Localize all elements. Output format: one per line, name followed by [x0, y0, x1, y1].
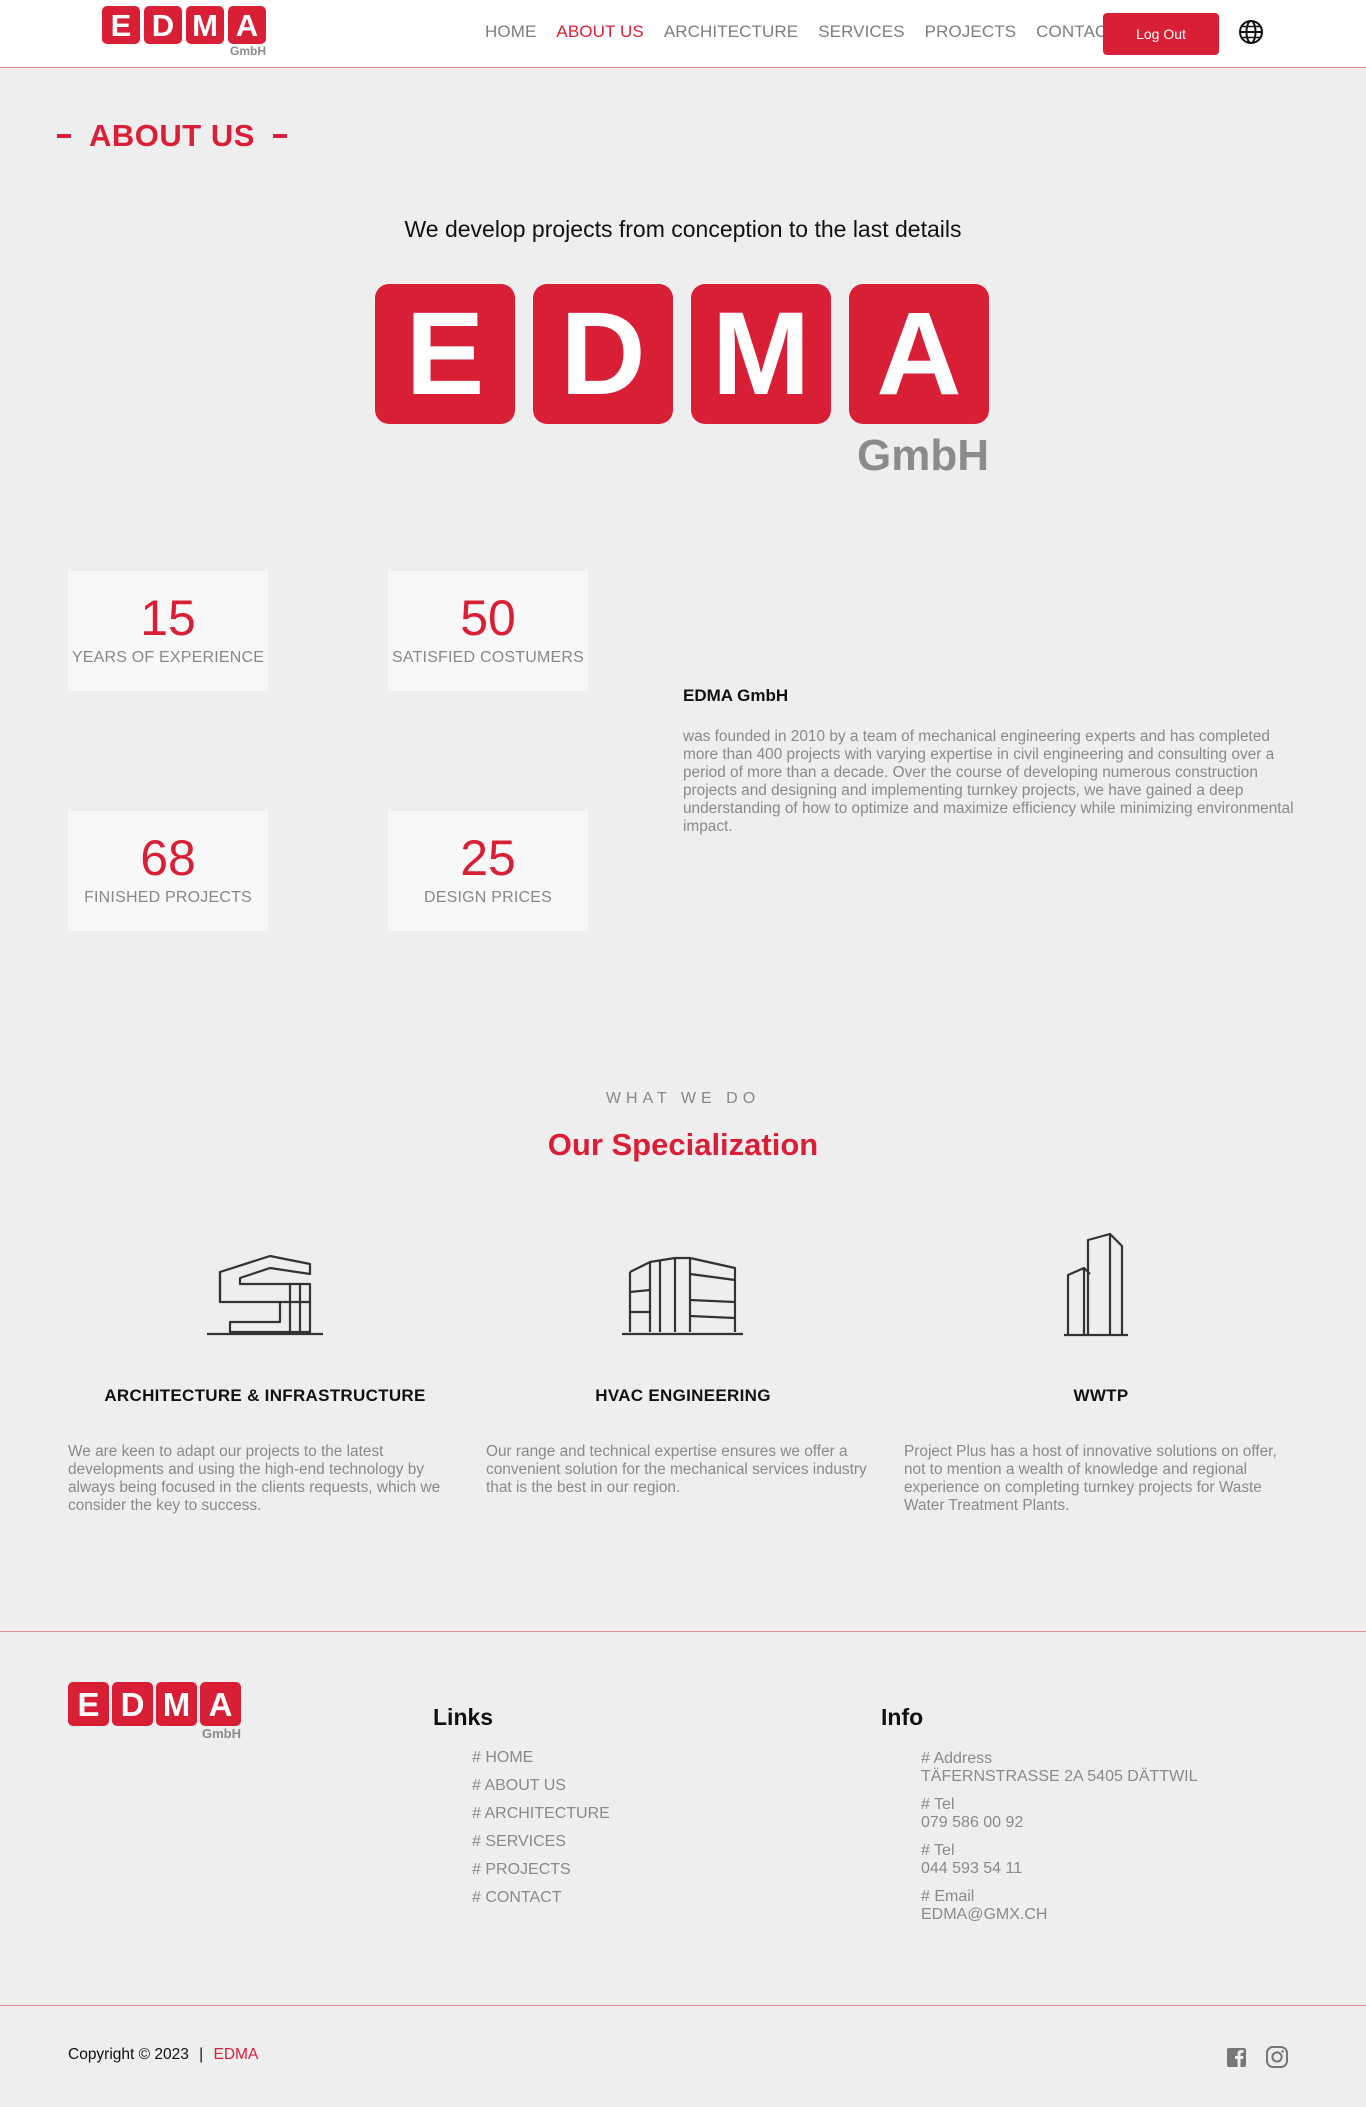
instagram-icon[interactable] — [1265, 2045, 1289, 2069]
title-dash-right — [272, 134, 287, 138]
info-value: TÄFERNSTRASSE 2A 5405 DÄTTWIL — [921, 1768, 1198, 1785]
nav-architecture[interactable]: ARCHITECTURE — [664, 22, 798, 42]
towers-icon — [1064, 1232, 1128, 1337]
info-label: # Address — [921, 1750, 993, 1767]
logo-suffix: GmbH — [202, 1726, 241, 1741]
logo-suffix: GmbH — [230, 44, 266, 58]
stat-label: DESIGN PRICES — [424, 889, 552, 906]
logo-letter: E — [102, 6, 140, 44]
footer-link-home[interactable]: # HOME — [472, 1749, 610, 1777]
stat-value: 50 — [460, 590, 516, 646]
bottom-divider — [0, 2005, 1366, 2006]
stat-label: SATISFIED COSTUMERS — [392, 649, 584, 666]
globe-icon[interactable] — [1238, 19, 1264, 45]
stat-value: 25 — [460, 830, 516, 886]
info-label: # Tel — [921, 1796, 955, 1813]
company-description: was founded in 2010 by a team of mechani… — [683, 728, 1294, 835]
logo-letter: D — [112, 1682, 153, 1726]
stat-card-prices: 25 DESIGN PRICES — [388, 811, 588, 931]
info-value[interactable]: 079 586 00 92 — [921, 1814, 1198, 1832]
copyright-text: Copyright © 2023 — [68, 2046, 189, 2063]
stat-value: 68 — [140, 830, 196, 886]
logo-letter: E — [375, 284, 515, 424]
spec-text-architecture: We are keen to adapt our projects to the… — [68, 1443, 441, 1514]
stat-value: 15 — [140, 590, 196, 646]
spec-text-wwtp: Project Plus has a host of innovative so… — [904, 1443, 1277, 1514]
logout-button[interactable]: Log Out — [1103, 13, 1219, 55]
nav-services[interactable]: SERVICES — [818, 22, 904, 42]
footer-info-title: Info — [881, 1704, 924, 1730]
logo-letter: E — [68, 1682, 109, 1726]
title-dash-left — [57, 134, 71, 138]
site-header: E D M A GmbH HOME ABOUT US ARCHITECTURE … — [0, 0, 1366, 68]
footer-links-title: Links — [433, 1704, 494, 1730]
logo-suffix: GmbH — [857, 431, 989, 480]
info-email: # Email EDMA@GMX.CH — [921, 1888, 1198, 1924]
logo-letter: A — [200, 1682, 241, 1726]
footer-link-projects[interactable]: # PROJECTS — [472, 1861, 610, 1889]
logo-letter: D — [144, 6, 182, 44]
footer-logo[interactable]: E D M A GmbH — [68, 1682, 241, 1740]
logo-letter: A — [228, 6, 266, 44]
nav-home[interactable]: HOME — [485, 22, 536, 42]
hvac-building-icon — [622, 1256, 743, 1336]
stat-card-customers: 50 SATISFIED COSTUMERS — [388, 571, 588, 691]
facebook-icon[interactable] — [1225, 2045, 1249, 2069]
info-tel-2: # Tel 044 593 54 11 — [921, 1842, 1198, 1878]
page-title: ABOUT US — [57, 118, 287, 154]
building-infrastructure-icon — [207, 1254, 323, 1336]
section-title: Our Specialization — [547, 1127, 819, 1162]
copyright-brand-link[interactable]: EDMA — [214, 2046, 259, 2063]
footer-divider — [0, 1631, 1366, 1632]
info-value[interactable]: 044 593 54 11 — [921, 1860, 1198, 1878]
logo-letter: A — [849, 284, 989, 424]
nav-projects[interactable]: PROJECTS — [925, 22, 1016, 42]
stat-card-experience: 15 YEARS OF EXPERIENCE — [68, 571, 268, 691]
spec-title-wwtp: WWTP — [1073, 1386, 1129, 1405]
spec-text-hvac: Our range and technical expertise ensure… — [486, 1443, 867, 1496]
spec-title-architecture: ARCHITECTURE & INFRASTRUCTURE — [104, 1386, 426, 1405]
footer-link-architecture[interactable]: # ARCHITECTURE — [472, 1805, 610, 1833]
page-title-text: ABOUT US — [89, 118, 255, 153]
footer-link-contact[interactable]: # CONTACT — [472, 1889, 610, 1917]
stat-card-projects: 68 FINISHED PROJECTS — [68, 811, 268, 931]
section-eyebrow: WHAT WE DO — [605, 1090, 761, 1107]
info-address: # Address TÄFERNSTRASSE 2A 5405 DÄTTWIL — [921, 1750, 1198, 1786]
header-logo[interactable]: E D M A GmbH — [102, 6, 266, 57]
info-tel-1: # Tel 079 586 00 92 — [921, 1796, 1198, 1832]
copyright-separator: | — [199, 2046, 204, 2063]
tagline: We develop projects from conception to t… — [404, 216, 962, 242]
info-label: # Tel — [921, 1842, 955, 1859]
footer-links: # HOME # ABOUT US # ARCHITECTURE # SERVI… — [472, 1749, 610, 1917]
footer-info: # Address TÄFERNSTRASSE 2A 5405 DÄTTWIL … — [921, 1750, 1198, 1934]
footer-link-services[interactable]: # SERVICES — [472, 1833, 610, 1861]
nav-about-us[interactable]: ABOUT US — [556, 22, 643, 42]
spec-title-hvac: HVAC ENGINEERING — [595, 1386, 771, 1405]
info-value[interactable]: EDMA@GMX.CH — [921, 1906, 1198, 1924]
logo-letter: D — [533, 284, 673, 424]
footer-link-about-us[interactable]: # ABOUT US — [472, 1777, 610, 1805]
logo-letter: M — [691, 284, 831, 424]
copyright: Copyright © 2023 | EDMA — [68, 2046, 258, 2064]
stat-label: YEARS OF EXPERIENCE — [71, 649, 265, 666]
main-nav: HOME ABOUT US ARCHITECTURE SERVICES PROJ… — [485, 22, 1138, 42]
logo-letter: M — [156, 1682, 197, 1726]
company-name: EDMA GmbH — [683, 686, 789, 705]
info-label: # Email — [921, 1888, 975, 1905]
hero-logo: E D M A GmbH — [375, 284, 989, 478]
stat-label: FINISHED PROJECTS — [84, 889, 252, 906]
logo-letter: M — [186, 6, 224, 44]
